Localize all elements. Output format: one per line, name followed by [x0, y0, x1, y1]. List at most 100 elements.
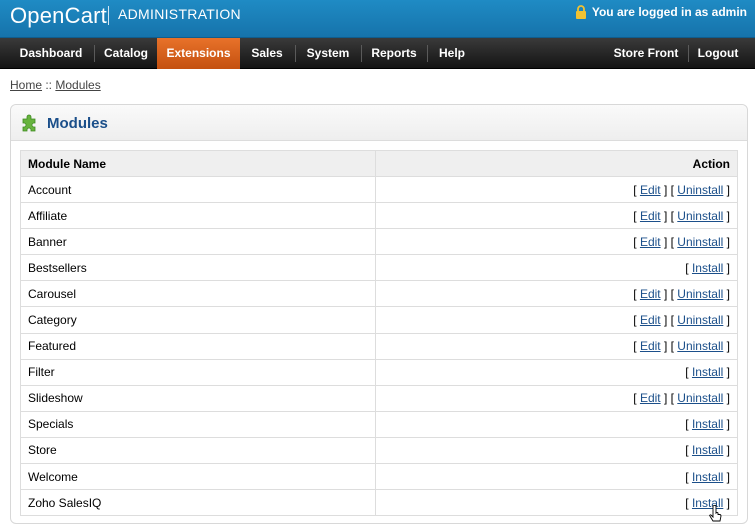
menu-system[interactable]: System — [298, 38, 358, 69]
login-status-text: You are logged in as admin — [591, 5, 747, 19]
bracket-close: ] — [723, 234, 730, 249]
menu-store-front[interactable]: Store Front — [609, 38, 683, 69]
menu-logout[interactable]: Logout — [693, 38, 743, 69]
menu-dashboard[interactable]: Dashboard — [12, 38, 90, 69]
table-row: Store[ Install ] — [20, 437, 738, 465]
uninstall-link[interactable]: Uninstall — [677, 339, 723, 353]
module-name: Affiliate — [20, 202, 376, 230]
brand-logo[interactable]: OpenCart — [10, 3, 107, 29]
app-header: OpenCart ADMINISTRATION You are logged i… — [0, 0, 755, 38]
module-name: Filter — [20, 359, 376, 386]
bracket-open: [ — [685, 495, 692, 510]
bracket-close: ] — [723, 495, 730, 510]
bracket-close: ] — [723, 417, 730, 432]
modules-panel: Modules Module Name Action Account[ Edit… — [10, 104, 748, 524]
module-actions: [ Edit ] [ Uninstall ] — [375, 228, 738, 256]
menu-reports[interactable]: Reports — [363, 38, 425, 69]
menu-divider — [361, 45, 362, 62]
menu-sales[interactable]: Sales — [244, 38, 290, 69]
menu-divider — [688, 45, 689, 62]
module-actions: [ Install ] — [375, 359, 738, 386]
table-row: Banner[ Edit ] [ Uninstall ] — [20, 228, 738, 256]
bracket-open: [ — [633, 182, 640, 197]
bracket-close: ] — [723, 182, 730, 197]
bracket-close: ] — [723, 208, 730, 223]
main-menu: Dashboard Catalog Extensions Sales Syste… — [0, 38, 755, 69]
breadcrumb-separator: :: — [42, 78, 56, 92]
install-link[interactable]: Install — [692, 417, 723, 431]
menu-divider — [295, 45, 296, 62]
edit-link[interactable]: Edit — [640, 391, 661, 405]
table-row: Affiliate[ Edit ] [ Uninstall ] — [20, 202, 738, 230]
bracket-close: ] — [723, 391, 730, 406]
bracket-open: [ — [685, 443, 692, 458]
uninstall-link[interactable]: Uninstall — [677, 183, 723, 197]
install-link[interactable]: Install — [692, 470, 723, 484]
edit-link[interactable]: Edit — [640, 183, 661, 197]
bracket-open: [ — [633, 208, 640, 223]
bracket-close: ] — [723, 260, 730, 275]
menu-divider — [94, 45, 95, 62]
table-header-row: Module Name Action — [20, 150, 738, 177]
module-name: Account — [20, 176, 376, 204]
puzzle-icon — [20, 114, 40, 134]
edit-link[interactable]: Edit — [640, 313, 661, 327]
column-header-module-name[interactable]: Module Name — [20, 150, 376, 177]
module-name: Category — [20, 306, 376, 334]
bracket-close: ] — [723, 313, 730, 328]
uninstall-link[interactable]: Uninstall — [677, 391, 723, 405]
menu-extensions[interactable]: Extensions — [157, 38, 240, 69]
bracket-open: [ — [633, 286, 640, 301]
module-name: Bestsellers — [20, 254, 376, 282]
bracket-open: [ — [685, 365, 692, 380]
bracket-close: ] — [723, 286, 730, 301]
module-actions: [ Install ] — [375, 437, 738, 465]
breadcrumb-current[interactable]: Modules — [55, 78, 100, 92]
install-link[interactable]: Install — [692, 261, 723, 275]
table-row: Filter[ Install ] — [20, 359, 738, 386]
menu-catalog[interactable]: Catalog — [98, 38, 154, 69]
module-name: Slideshow — [20, 385, 376, 412]
bracket-close: ] — [723, 469, 730, 484]
edit-link[interactable]: Edit — [640, 209, 661, 223]
edit-link[interactable]: Edit — [640, 235, 661, 249]
bracket-open: [ — [633, 339, 640, 354]
module-name: Welcome — [20, 463, 376, 491]
table-row: Carousel[ Edit ] [ Uninstall ] — [20, 280, 738, 308]
brand-separator — [108, 6, 109, 25]
module-actions: [ Edit ] [ Uninstall ] — [375, 385, 738, 412]
menu-help[interactable]: Help — [429, 38, 475, 69]
bracket-separator: ] [ — [660, 182, 678, 197]
uninstall-link[interactable]: Uninstall — [677, 235, 723, 249]
login-status: You are logged in as admin — [575, 5, 747, 19]
uninstall-link[interactable]: Uninstall — [677, 287, 723, 301]
bracket-close: ] — [723, 339, 730, 354]
edit-link[interactable]: Edit — [640, 339, 661, 353]
module-name: Specials — [20, 411, 376, 438]
module-name: Store — [20, 437, 376, 465]
module-actions: [ Install ] — [375, 254, 738, 282]
column-header-action: Action — [375, 150, 738, 177]
breadcrumb-home[interactable]: Home — [10, 78, 42, 92]
table-row: Bestsellers[ Install ] — [20, 254, 738, 282]
table-row: Featured[ Edit ] [ Uninstall ] — [20, 333, 738, 360]
modules-table: Module Name Action Account[ Edit ] [ Uni… — [20, 150, 738, 517]
bracket-open: [ — [685, 417, 692, 432]
bracket-separator: ] [ — [660, 234, 678, 249]
bracket-separator: ] [ — [660, 208, 678, 223]
bracket-separator: ] [ — [660, 286, 678, 301]
uninstall-link[interactable]: Uninstall — [677, 313, 723, 327]
uninstall-link[interactable]: Uninstall — [677, 209, 723, 223]
module-actions: [ Edit ] [ Uninstall ] — [375, 280, 738, 308]
bracket-open: [ — [685, 260, 692, 275]
table-row: Slideshow[ Edit ] [ Uninstall ] — [20, 385, 738, 412]
module-actions: [ Edit ] [ Uninstall ] — [375, 202, 738, 230]
bracket-close: ] — [723, 365, 730, 380]
bracket-open: [ — [633, 391, 640, 406]
edit-link[interactable]: Edit — [640, 287, 661, 301]
install-link[interactable]: Install — [692, 365, 723, 379]
table-row: Specials [ Install ] — [20, 411, 738, 438]
module-name: Banner — [20, 228, 376, 256]
install-link[interactable]: Install — [692, 443, 723, 457]
menu-divider — [427, 45, 428, 62]
